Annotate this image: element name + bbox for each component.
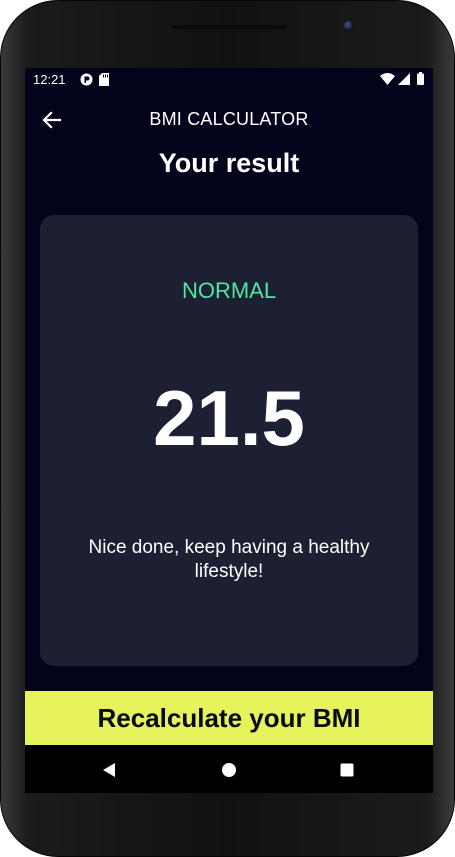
result-message: Nice done, keep having a healthy lifesty… <box>88 537 370 582</box>
home-circle-icon[interactable] <box>220 761 238 779</box>
earpiece-speaker <box>171 25 286 29</box>
signal-icon <box>398 73 410 85</box>
wifi-icon <box>380 73 395 85</box>
page-title: Your result <box>158 148 300 178</box>
recents-square-icon[interactable] <box>338 761 356 779</box>
sd-card-icon <box>99 73 109 86</box>
phone-frame: 12:21 BMI CALCULATOR Your result NORMAL … <box>0 0 455 857</box>
recalculate-button[interactable]: Recalculate your BMI <box>25 691 433 745</box>
system-nav-bar <box>25 745 433 793</box>
status-bar: 12:21 <box>25 68 433 90</box>
back-triangle-icon[interactable] <box>100 761 118 779</box>
bmi-status-label: NORMAL <box>181 278 277 303</box>
app-notification-icon <box>80 73 93 86</box>
battery-icon <box>417 72 424 85</box>
app-bar-title: BMI CALCULATOR <box>149 109 309 129</box>
bmi-value: 21.5 <box>153 374 305 462</box>
app-screen: 12:21 BMI CALCULATOR Your result NORMAL … <box>25 68 433 793</box>
front-camera <box>344 21 354 31</box>
result-card: NORMAL 21.5 Nice done, keep having a hea… <box>40 215 418 666</box>
status-time: 12:21 <box>33 72 66 87</box>
